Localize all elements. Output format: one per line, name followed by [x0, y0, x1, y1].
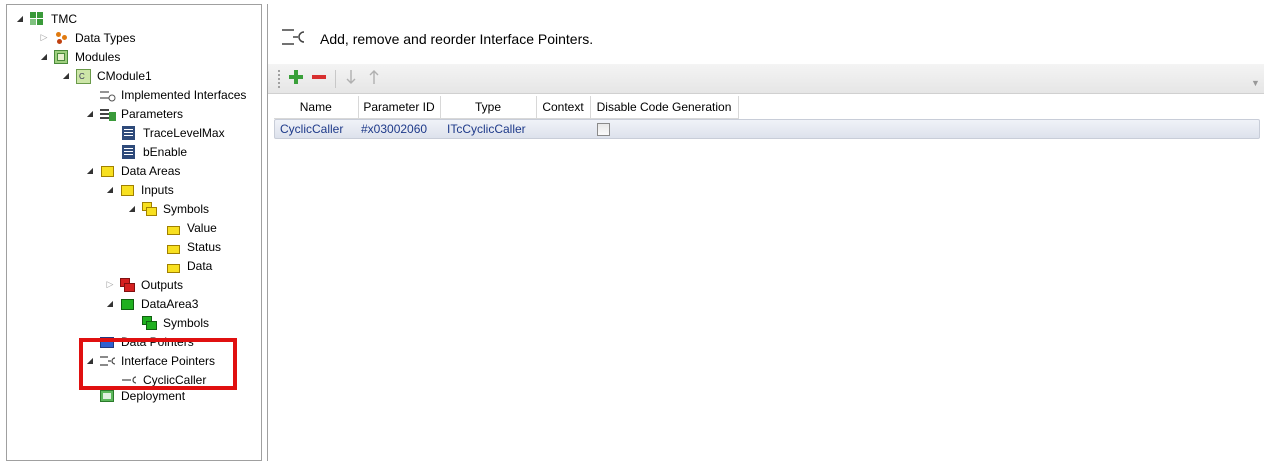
symbols-green-icon — [141, 315, 159, 331]
folder-yellow-icon — [99, 163, 117, 179]
tree-node-benable[interactable]: bEnable — [121, 142, 187, 161]
column-header-disable-code-generation[interactable]: Disable Code Generation — [590, 96, 739, 119]
plus-icon — [288, 69, 304, 88]
grid-toolbar — [268, 64, 1264, 94]
cell-parameter-id[interactable]: #x03002060 — [361, 122, 427, 136]
tree-node-inputs[interactable]: ◢ Inputs — [105, 180, 174, 199]
folder-red-icon — [119, 277, 137, 293]
tree-node-tracelevelmax[interactable]: TraceLevelMax — [121, 123, 225, 142]
toolbar-grip[interactable] — [278, 69, 281, 88]
tree-label: Symbols — [163, 315, 210, 330]
disable-code-generation-checkbox[interactable] — [597, 123, 610, 136]
expand-arrow-icon[interactable]: ◢ — [85, 166, 95, 176]
tree-label: Modules — [75, 49, 121, 64]
tree-label: Data Areas — [121, 163, 181, 178]
expand-arrow-icon[interactable]: ◢ — [127, 204, 137, 214]
tree-node-data[interactable]: Data — [165, 256, 212, 275]
cell-name[interactable]: CyclicCaller — [280, 122, 343, 136]
minus-icon — [311, 69, 327, 88]
collapse-arrow-icon[interactable]: ▷ — [105, 279, 115, 290]
symbol-yellow-icon — [165, 258, 183, 274]
folder-green-icon — [119, 296, 137, 312]
expand-arrow-icon[interactable]: ◢ — [105, 299, 115, 309]
tree-node-data-types[interactable]: ▷ Data Types — [39, 28, 136, 47]
tree-label: Implemented Interfaces — [121, 87, 247, 102]
arrow-down-icon — [345, 69, 357, 88]
parameters-icon — [99, 106, 117, 122]
column-header-type[interactable]: Type — [440, 96, 537, 119]
tree-node-cmodule1[interactable]: ◢ C CModule1 — [61, 66, 152, 85]
tree-label: Status — [187, 239, 222, 254]
module-icon: C — [75, 68, 93, 84]
column-header-parameter-id[interactable]: Parameter ID — [358, 96, 441, 119]
symbol-yellow-icon — [165, 239, 183, 255]
move-down-button[interactable] — [340, 68, 362, 90]
tree-label: TraceLevelMax — [143, 125, 225, 140]
column-header-name[interactable]: Name — [274, 96, 359, 119]
parameter-icon — [121, 125, 139, 141]
tree-node-value[interactable]: Value — [165, 218, 217, 237]
interface-pointer-icon — [280, 24, 306, 53]
symbol-yellow-icon — [165, 220, 183, 236]
panel-header: Add, remove and reorder Interface Pointe… — [280, 24, 593, 53]
tree-node-implemented-interfaces[interactable]: Implemented Interfaces — [99, 85, 246, 104]
cell-type[interactable]: ITcCyclicCaller — [447, 122, 526, 136]
folder-yellow-icon — [119, 182, 137, 198]
tree-node-interface-pointers[interactable]: ◢ Interface Pointers — [85, 351, 215, 370]
tree-node-deployment[interactable]: Deployment — [99, 386, 185, 405]
modules-icon — [53, 49, 71, 65]
solution-tree[interactable]: ◢ TMC ▷ Data Types ◢ Modules ◢ C CModule… — [6, 4, 262, 461]
interface-pointer-icon — [99, 353, 117, 369]
tree-label: Data Pointers — [121, 334, 194, 349]
tree-label: TMC — [51, 11, 77, 26]
move-up-button[interactable] — [363, 68, 385, 90]
tree-label: Value — [187, 220, 217, 235]
tree-label: Interface Pointers — [121, 353, 216, 368]
tree-node-data-pointers[interactable]: Data Pointers — [99, 332, 194, 351]
collapse-arrow-icon[interactable]: ▷ — [39, 32, 49, 43]
tree-label: bEnable — [143, 144, 188, 159]
tree-label: Data Types — [75, 30, 136, 45]
tree-label: Outputs — [141, 277, 184, 292]
tree-node-modules[interactable]: ◢ Modules — [39, 47, 120, 66]
tree-label: Deployment — [121, 388, 186, 403]
toolbar-separator — [335, 69, 336, 88]
tree-node-parameters[interactable]: ◢ Parameters — [85, 104, 183, 123]
tree-label: Parameters — [121, 106, 184, 121]
tree-node-symbols-dataarea3[interactable]: Symbols — [141, 313, 209, 332]
tree-node-tmc[interactable]: ◢ TMC — [15, 9, 77, 28]
editor-panel: Add, remove and reorder Interface Pointe… — [267, 4, 1265, 461]
tree-label: Symbols — [163, 201, 210, 216]
tmc-icon — [29, 11, 47, 27]
symbols-yellow-icon — [141, 201, 159, 217]
data-pointers-icon — [99, 334, 117, 350]
interface-pointers-grid: Name Parameter ID Type Context Disable C… — [274, 96, 739, 119]
expand-arrow-icon[interactable]: ◢ — [85, 356, 95, 366]
expand-arrow-icon[interactable]: ◢ — [15, 14, 25, 24]
tree-node-outputs[interactable]: ▷ Outputs — [105, 275, 183, 294]
expand-arrow-icon[interactable]: ◢ — [85, 109, 95, 119]
tree-label: Inputs — [141, 182, 174, 197]
expand-arrow-icon[interactable]: ◢ — [61, 71, 71, 81]
remove-button[interactable] — [308, 68, 330, 90]
tree-label: Data — [187, 258, 213, 273]
toolbar-overflow-icon[interactable]: ▼ — [1251, 78, 1261, 92]
panel-description: Add, remove and reorder Interface Pointe… — [320, 30, 594, 47]
parameter-icon — [121, 144, 139, 160]
tree-node-data-areas[interactable]: ◢ Data Areas — [85, 161, 180, 180]
column-header-context[interactable]: Context — [536, 96, 591, 119]
tree-label: CyclicCaller — [143, 372, 207, 387]
tree-label: CModule1 — [97, 68, 152, 83]
tree-node-dataarea3[interactable]: ◢ DataArea3 — [105, 294, 198, 313]
tree-label: DataArea3 — [141, 296, 199, 311]
expand-arrow-icon[interactable]: ◢ — [105, 185, 115, 195]
arrow-up-icon — [368, 69, 380, 88]
deployment-icon — [99, 388, 117, 404]
add-button[interactable] — [285, 68, 307, 90]
tree-node-symbols-inputs[interactable]: ◢ Symbols — [127, 199, 209, 218]
tree-node-status[interactable]: Status — [165, 237, 221, 256]
data-types-icon — [53, 30, 71, 46]
expand-arrow-icon[interactable]: ◢ — [39, 52, 49, 62]
interface-icon — [99, 87, 117, 103]
